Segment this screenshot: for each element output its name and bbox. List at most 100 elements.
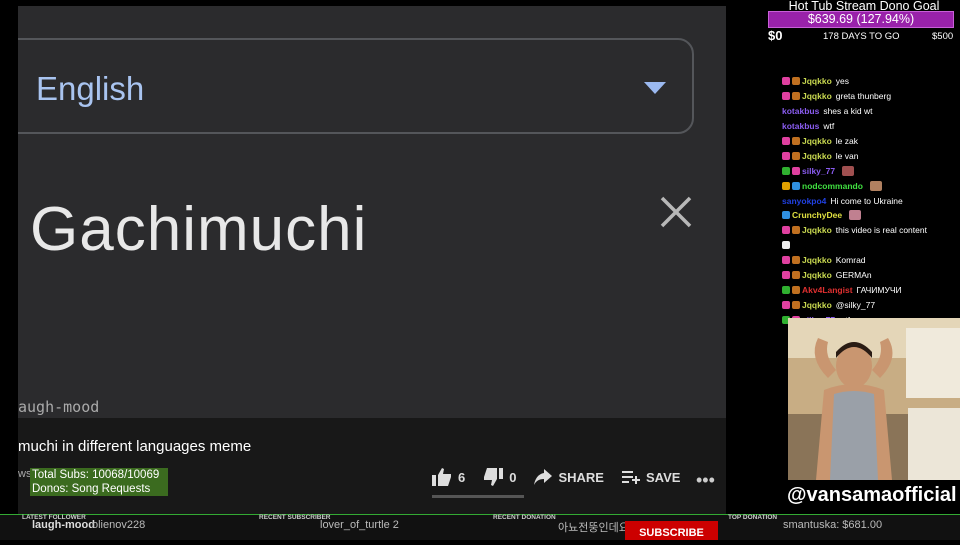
chat-badge-icon xyxy=(782,300,790,309)
chat-username[interactable]: Jqqkko xyxy=(802,225,832,235)
chat-username[interactable]: Jqqkko xyxy=(802,270,832,280)
chat-text: shes a kid wt xyxy=(823,106,873,117)
chat-text: ГАЧИМУЧИ xyxy=(856,284,902,295)
chat-message: kotakbus wtf xyxy=(782,119,958,134)
chat-emote-icon xyxy=(842,165,855,176)
chat-username[interactable]: kotakbus xyxy=(782,106,819,116)
subs-line: Total Subs: 10068/10069 xyxy=(32,469,160,481)
chat-badge-icon xyxy=(782,151,790,160)
chat-username[interactable]: Akv4Langist xyxy=(802,285,853,295)
latest-follower-value: olienov228 xyxy=(92,519,146,531)
chat-badge-icon xyxy=(792,271,800,280)
more-options-icon[interactable]: ••• xyxy=(696,470,715,491)
chat-badge-icon xyxy=(782,256,790,265)
chat-message: Jqqkko greta thunberg xyxy=(782,89,958,104)
chat-text: wtf xyxy=(823,121,835,132)
thumbs-down-icon xyxy=(484,468,504,486)
webcam-image xyxy=(788,318,960,480)
chat-message: silky_77 xyxy=(782,163,958,178)
share-button[interactable]: SHARE xyxy=(534,469,604,485)
webcam-feed xyxy=(788,318,960,480)
chat-text: yes xyxy=(835,76,849,87)
chat-message xyxy=(782,238,958,253)
chat-badge-icon xyxy=(792,300,800,309)
subscribe-button[interactable]: SUBSCRIBE xyxy=(625,521,718,540)
close-icon[interactable] xyxy=(656,192,696,232)
chat-text: le zak xyxy=(835,136,858,146)
chat-message: Jqqkko GERMAn xyxy=(782,268,958,283)
subs-overlay: Total Subs: 10068/10069 Donos: Song Requ… xyxy=(30,468,168,496)
chat-text: GERMAn xyxy=(835,270,872,281)
language-select-value: English xyxy=(36,70,145,107)
chat-message: Jqqkko le van xyxy=(782,148,958,163)
goal-max: $500 xyxy=(932,31,954,42)
chat-text: greta thunberg xyxy=(835,91,892,102)
chat-username[interactable]: sanyokpo4 xyxy=(782,196,826,206)
chat-message: sanyokpo4 Hi come to Ukraine xyxy=(782,193,958,208)
chat-text: le van xyxy=(835,150,859,161)
chat-username[interactable]: Jqqkko xyxy=(802,255,832,265)
top-donation-label: TOP DONATION xyxy=(728,514,778,521)
streamer-handle: @vansamaofficial xyxy=(787,484,957,506)
goal-days: 178 DAYS TO GO xyxy=(823,31,900,42)
dislike-button[interactable]: 0 xyxy=(483,468,516,486)
chat-username[interactable]: kotakbus xyxy=(782,121,819,131)
playlist-add-icon xyxy=(621,471,640,484)
save-label: SAVE xyxy=(645,469,681,485)
top-donation-value: smantuska: $681.00 xyxy=(783,519,883,531)
video-actions: 6 0 SHARE SAVE xyxy=(432,462,698,492)
chat-badge-icon xyxy=(792,77,800,86)
chat-badge-icon xyxy=(782,181,790,190)
chat-badge-icon xyxy=(782,241,790,250)
latest-follower-name: laugh-mood xyxy=(32,519,95,531)
chat-text: @silky_77 xyxy=(835,299,876,310)
chat-message: Jqqkko yes xyxy=(782,74,958,89)
chat-username[interactable]: Jqqkko xyxy=(802,136,832,146)
chat-username[interactable]: Jqqkko xyxy=(802,91,832,101)
chat-message: CrunchyDee xyxy=(782,208,958,223)
share-icon xyxy=(534,469,553,485)
chat-badge-icon xyxy=(792,285,800,294)
donos-line: Donos: Song Requests xyxy=(32,483,151,495)
chat-badge-icon xyxy=(782,211,790,220)
chat-username[interactable]: nodcommando xyxy=(802,181,863,191)
chat-badge-icon xyxy=(792,137,800,145)
chat-emote-icon xyxy=(849,210,862,221)
like-count: 6 xyxy=(458,469,466,485)
chat-badge-icon xyxy=(782,271,790,280)
save-button[interactable]: SAVE xyxy=(621,469,681,485)
thumbs-up-icon xyxy=(432,468,451,486)
like-button[interactable]: 6 xyxy=(432,468,465,486)
chat-badge-icon xyxy=(782,285,790,294)
chat-message: Akv4Langist ГАЧИМУЧИ xyxy=(782,282,958,297)
chat-badge-icon xyxy=(782,77,790,86)
chat-text: Komrad xyxy=(835,255,866,266)
video-title: muchi in different languages meme xyxy=(18,438,252,455)
goal-min: $0 xyxy=(768,28,783,43)
chat-badge-icon xyxy=(782,137,790,145)
chat-username[interactable]: Jqqkko xyxy=(802,76,832,86)
share-label: SHARE xyxy=(558,469,604,485)
chat-username[interactable]: Jqqkko xyxy=(802,151,832,161)
chat-message: nodcommando xyxy=(782,178,958,193)
chat-badge-icon xyxy=(792,166,800,175)
chat-badge-icon xyxy=(782,166,790,175)
goal-progress-bar: $639.69 (127.94%) xyxy=(768,11,954,28)
video-player[interactable]: English Gachimuchi augh-mood xyxy=(18,6,726,418)
chat-username[interactable]: CrunchyDee xyxy=(792,210,842,220)
chat-username[interactable]: Jqqkko xyxy=(802,300,832,310)
chat-badge-icon xyxy=(782,92,790,101)
chat-badge-icon xyxy=(792,256,800,265)
chat-username[interactable]: silky_77 xyxy=(802,166,835,176)
chat-badge-icon xyxy=(782,226,790,235)
chat-message: Jqqkko Komrad xyxy=(782,253,958,268)
dislike-count: 0 xyxy=(509,469,517,485)
chat-badge-icon xyxy=(792,151,800,160)
chat-message: Jqqkko le zak xyxy=(782,134,958,149)
chat-emote-icon xyxy=(869,180,882,191)
dropdown-arrow-icon[interactable] xyxy=(644,82,666,94)
recent-subscriber-value: lover_of_turtle 2 xyxy=(320,519,399,531)
chat-badge-icon xyxy=(792,92,800,101)
video-watermark: augh-mood xyxy=(18,398,100,416)
recent-donation-label: RECENT DONATION xyxy=(493,514,556,521)
